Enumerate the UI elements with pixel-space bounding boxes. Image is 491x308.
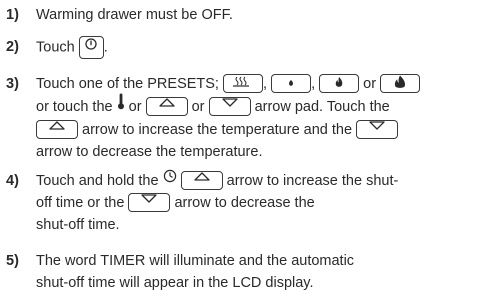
thermometer-icon <box>117 93 125 117</box>
step-text: arrow to increase the temperature and th… <box>82 122 353 138</box>
step-text: Touch and hold the <box>36 173 159 189</box>
down-arrow-icon <box>141 194 158 203</box>
up-arrow-key <box>180 170 223 190</box>
medium-flame-icon <box>335 76 343 87</box>
step-text: , <box>311 76 316 92</box>
step-text: arrow to increase the shut- <box>226 173 399 189</box>
step-1: 1) Warming drawer must be OFF. <box>6 4 481 26</box>
step-text: arrow to decrease the <box>174 195 315 212</box>
up-arrow-icon <box>158 97 175 107</box>
down-arrow-key <box>356 119 399 139</box>
preset-key <box>319 73 360 93</box>
step-text: off time or the <box>36 195 125 212</box>
step-text: Touch <box>36 39 75 56</box>
bread-proof-icon <box>233 76 249 87</box>
up-arrow-key <box>145 96 188 116</box>
step-number: 3) <box>6 76 19 92</box>
instructions: 1) Warming drawer must be OFF. 2) Touch … <box>0 0 491 308</box>
step-text: Touch one of the PRESETS; <box>36 76 219 92</box>
step-text: arrow to decrease the temperature. <box>36 144 263 160</box>
step-text: arrow pad. Touch the <box>254 98 390 115</box>
preset-key <box>380 73 421 93</box>
step-text: or <box>128 98 142 115</box>
step-text: or <box>363 76 377 92</box>
step-text: . <box>103 39 108 56</box>
clock-icon <box>163 168 177 190</box>
step-2: 2) Touch . <box>6 36 481 59</box>
down-arrow-icon <box>369 121 385 130</box>
step-number: 1) <box>6 7 19 23</box>
step-text: Warming drawer must be OFF. <box>36 7 233 23</box>
up-arrow-key <box>36 119 78 139</box>
step-text: shut-off time will appear in the LCD dis… <box>36 275 314 291</box>
up-arrow-icon <box>193 172 210 181</box>
up-arrow-icon <box>49 121 65 130</box>
high-flame-icon <box>395 75 406 88</box>
low-flame-icon <box>289 79 294 86</box>
step-number: 5) <box>6 253 19 269</box>
down-arrow-key <box>128 192 171 212</box>
preset-key <box>223 73 263 93</box>
step-3: 3) Touch one of the PRESETS; , , or or t… <box>6 73 481 163</box>
step-4: 4) Touch and hold the arrow to increase <box>6 168 481 236</box>
step-text: , <box>263 76 268 92</box>
step-text: The word TIMER will illuminate and the a… <box>36 253 355 269</box>
step-number: 4) <box>6 173 19 189</box>
power-icon <box>85 38 97 50</box>
down-arrow-key <box>208 96 251 116</box>
step-text: shut-off time. <box>36 217 120 234</box>
preset-key <box>271 73 312 93</box>
power-key <box>78 36 104 59</box>
down-arrow-icon <box>221 97 238 107</box>
step-number: 2) <box>6 39 19 55</box>
step-text: or <box>191 98 205 115</box>
step-text: or touch the <box>36 98 113 115</box>
step-5: 5) The word TIMER will illuminate and th… <box>6 250 481 294</box>
